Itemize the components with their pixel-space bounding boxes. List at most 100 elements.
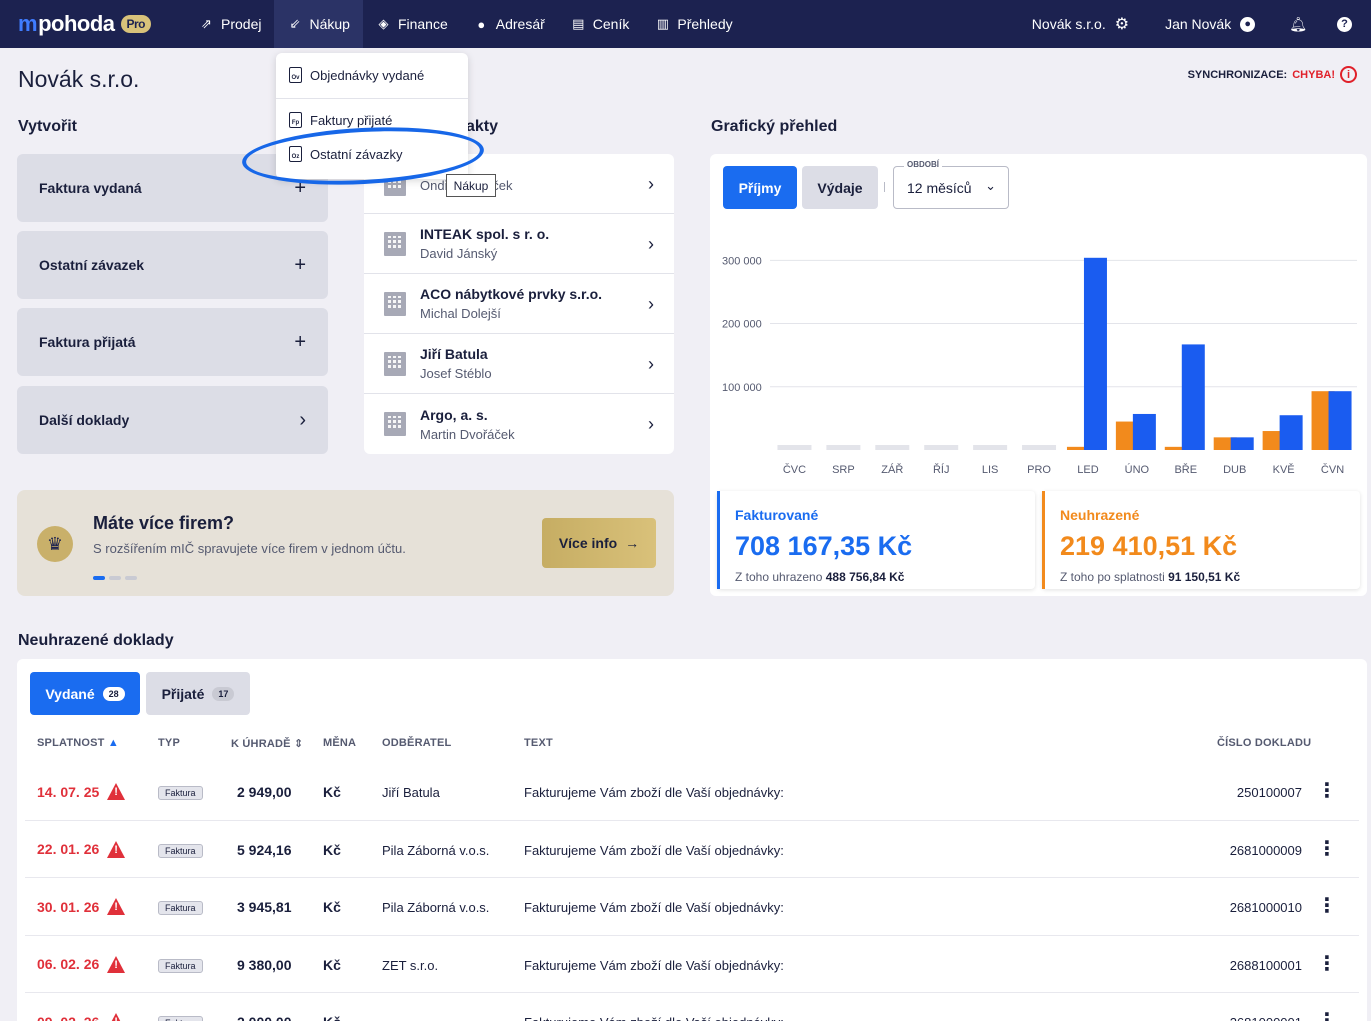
invoiced-detail: Z toho uhrazeno 488 756,84 Kč [735, 570, 904, 584]
type-badge: Faktura [158, 958, 203, 973]
sync-status[interactable]: SYNCHRONIZACE: CHYBA! i [1188, 66, 1357, 83]
more-options-icon[interactable]: ⋮ [1317, 839, 1337, 859]
nav-finance[interactable]: ◈ Finance [363, 0, 461, 48]
contact-item[interactable]: INTEAK spol. s r. o. David Jánský › [364, 214, 674, 274]
col-docnum[interactable]: ČÍSLO DOKLADU [1217, 737, 1311, 749]
col-amount[interactable]: K ÚHRADĚ ⇕ [231, 737, 303, 750]
y-tick-label: 300 000 [722, 255, 762, 267]
nav-prehledy[interactable]: ▥ Přehledy [642, 0, 745, 48]
menu-item-orders-issued[interactable]: Ov Objednávky vydané [289, 67, 424, 83]
company-switcher[interactable]: Novák s.r.o. ⚙ [1032, 14, 1129, 34]
x-tick-label: ÚNO [1125, 463, 1150, 476]
pohoda-logo[interactable]: m pohoda Pro [18, 11, 152, 37]
warning-icon [107, 840, 126, 858]
contacts-list: Ondřej Mareček› INTEAK spol. s r. o.Davi… [364, 154, 674, 454]
col-type[interactable]: TYP [158, 737, 180, 749]
user-menu[interactable]: Jan Novák ● [1165, 16, 1256, 32]
bar-empty[interactable] [973, 445, 1008, 450]
bar-empty[interactable] [924, 445, 959, 450]
table-row[interactable]: 14. 07. 25 Faktura 2 949,00 Kč Jiří Batula Fa… [25, 763, 1359, 821]
customer: ZET s.r.o. [382, 957, 439, 973]
bar-blue[interactable] [1230, 437, 1254, 450]
col-due[interactable]: SPLATNOST ▲ [37, 737, 119, 749]
more-options-icon[interactable]: ⋮ [1317, 781, 1337, 801]
pro-badge: Pro [120, 15, 152, 33]
divider [276, 98, 468, 99]
type-badge: Faktura [158, 1016, 203, 1021]
document-number: 2681000001 [1230, 1015, 1302, 1021]
notifications-button[interactable]: 🔔︎ [1289, 16, 1307, 33]
more-options-icon[interactable]: ⋮ [1317, 954, 1337, 974]
other-documents-button[interactable]: Další doklady › [17, 386, 328, 454]
button-label: Ostatní závazek [39, 257, 145, 273]
contact-item[interactable]: ACO nábytkové prvky s.r.o. Michal Dolejší… [364, 274, 674, 334]
bar-empty[interactable] [826, 445, 861, 450]
bar-blue[interactable] [1279, 415, 1303, 450]
arrow-right-icon: → [625, 535, 640, 551]
contact-name: Jiří Batula [420, 346, 488, 362]
more-options-icon[interactable]: ⋮ [1317, 1011, 1337, 1021]
promo-title: Máte více firem? [93, 513, 235, 533]
col-currency[interactable]: MĚNA [323, 737, 356, 749]
contact-item[interactable]: Jiří Batula Josef Stéblo › [364, 334, 674, 394]
count-badge: 28 [102, 686, 125, 701]
x-tick-label: ZÁŘ [881, 463, 903, 476]
bar-blue[interactable] [1083, 257, 1107, 450]
customer: Jiří Batula [382, 785, 440, 800]
contacts-heading: akty [466, 118, 499, 135]
unpaid-amount: 219 410,51 Kč [1060, 531, 1238, 561]
carousel-dots[interactable] [93, 576, 137, 580]
table-row[interactable]: 30. 01. 26 Faktura 3 945,81 Kč Pila Záborná … [25, 878, 1359, 936]
bar-empty[interactable] [875, 445, 910, 450]
invoiced-summary: Fakturované 708 167,35 Kč Z toho uhrazen… [717, 491, 1035, 589]
nav-prodej[interactable]: ⇗ Prodej [186, 0, 274, 48]
chart-card: Příjmy Výdaje OBDOBÍ 12 měsíců ⌄ 300 000… [710, 154, 1367, 596]
nav-nakup[interactable]: ⇙ Nákup [274, 0, 363, 48]
tab-received[interactable]: Přijaté 17 [146, 672, 250, 715]
accent-bar [1042, 491, 1045, 589]
nav-label: Prodej [221, 16, 262, 32]
contact-item[interactable]: Argo, a. s. Martin Dvořáček › [364, 394, 674, 454]
carousel-dot[interactable] [93, 576, 105, 580]
create-invoice-received-button[interactable]: Faktura přijatá + [17, 308, 328, 376]
tab-expense[interactable]: Výdaje [802, 166, 878, 209]
sort-asc-icon: ▲ [107, 737, 119, 749]
table-row[interactable]: 09. 02. 26 Faktura 2 000,00 Kč Fakturujeme V… [25, 993, 1359, 1021]
bar-empty[interactable] [1022, 445, 1057, 450]
create-other-liability-button[interactable]: Ostatní závazek + [17, 231, 328, 299]
period-select[interactable]: OBDOBÍ 12 měsíců ⌄ [893, 160, 1009, 209]
carousel-dot[interactable] [125, 576, 137, 580]
carousel-dot[interactable] [109, 576, 121, 580]
nav-cenik[interactable]: ▤ Ceník [558, 0, 643, 48]
table-row[interactable]: 22. 01. 26 Faktura 5 924,16 Kč Pila Záborná … [25, 820, 1359, 878]
more-info-button[interactable]: Více info → [542, 518, 656, 568]
nav-label: Přehledy [677, 16, 733, 32]
plus-icon: + [294, 330, 306, 353]
more-options-icon[interactable]: ⋮ [1317, 896, 1337, 916]
info-icon: i [1340, 66, 1357, 83]
currency: Kč [323, 899, 341, 915]
help-button[interactable]: ? [1337, 16, 1352, 32]
col-customer[interactable]: ODBĚRATEL [382, 737, 451, 749]
logo-text: pohoda [38, 11, 115, 36]
x-tick-label: LED [1077, 464, 1098, 476]
table-row[interactable]: 06. 02. 26 Faktura 9 380,00 Kč ZET s.r.o. Fak… [25, 935, 1359, 993]
bar-blue[interactable] [1132, 413, 1156, 450]
sort-icon: ⇕ [293, 738, 304, 750]
col-text[interactable]: TEXT [524, 737, 553, 749]
sales-icon: ⇗ [201, 16, 212, 31]
building-icon [384, 351, 406, 376]
nav-label: Nákup [309, 16, 350, 32]
menu-item-invoices-received[interactable]: Fp Faktury přijaté [289, 112, 392, 128]
tab-issued[interactable]: Vydané 28 [30, 672, 140, 715]
y-tick-label: 100 000 [722, 382, 762, 394]
bar-blue[interactable] [1181, 344, 1205, 450]
nav-label: Adresář [495, 16, 545, 32]
x-tick-label: KVĚ [1273, 463, 1295, 476]
bar-empty[interactable] [777, 445, 812, 450]
tooltip: Nákup [446, 174, 496, 197]
nav-adresar[interactable]: ● Adresář [461, 0, 558, 48]
bar-blue[interactable] [1328, 391, 1352, 450]
x-tick-label: LIS [982, 464, 999, 476]
tab-income[interactable]: Příjmy [723, 166, 797, 209]
